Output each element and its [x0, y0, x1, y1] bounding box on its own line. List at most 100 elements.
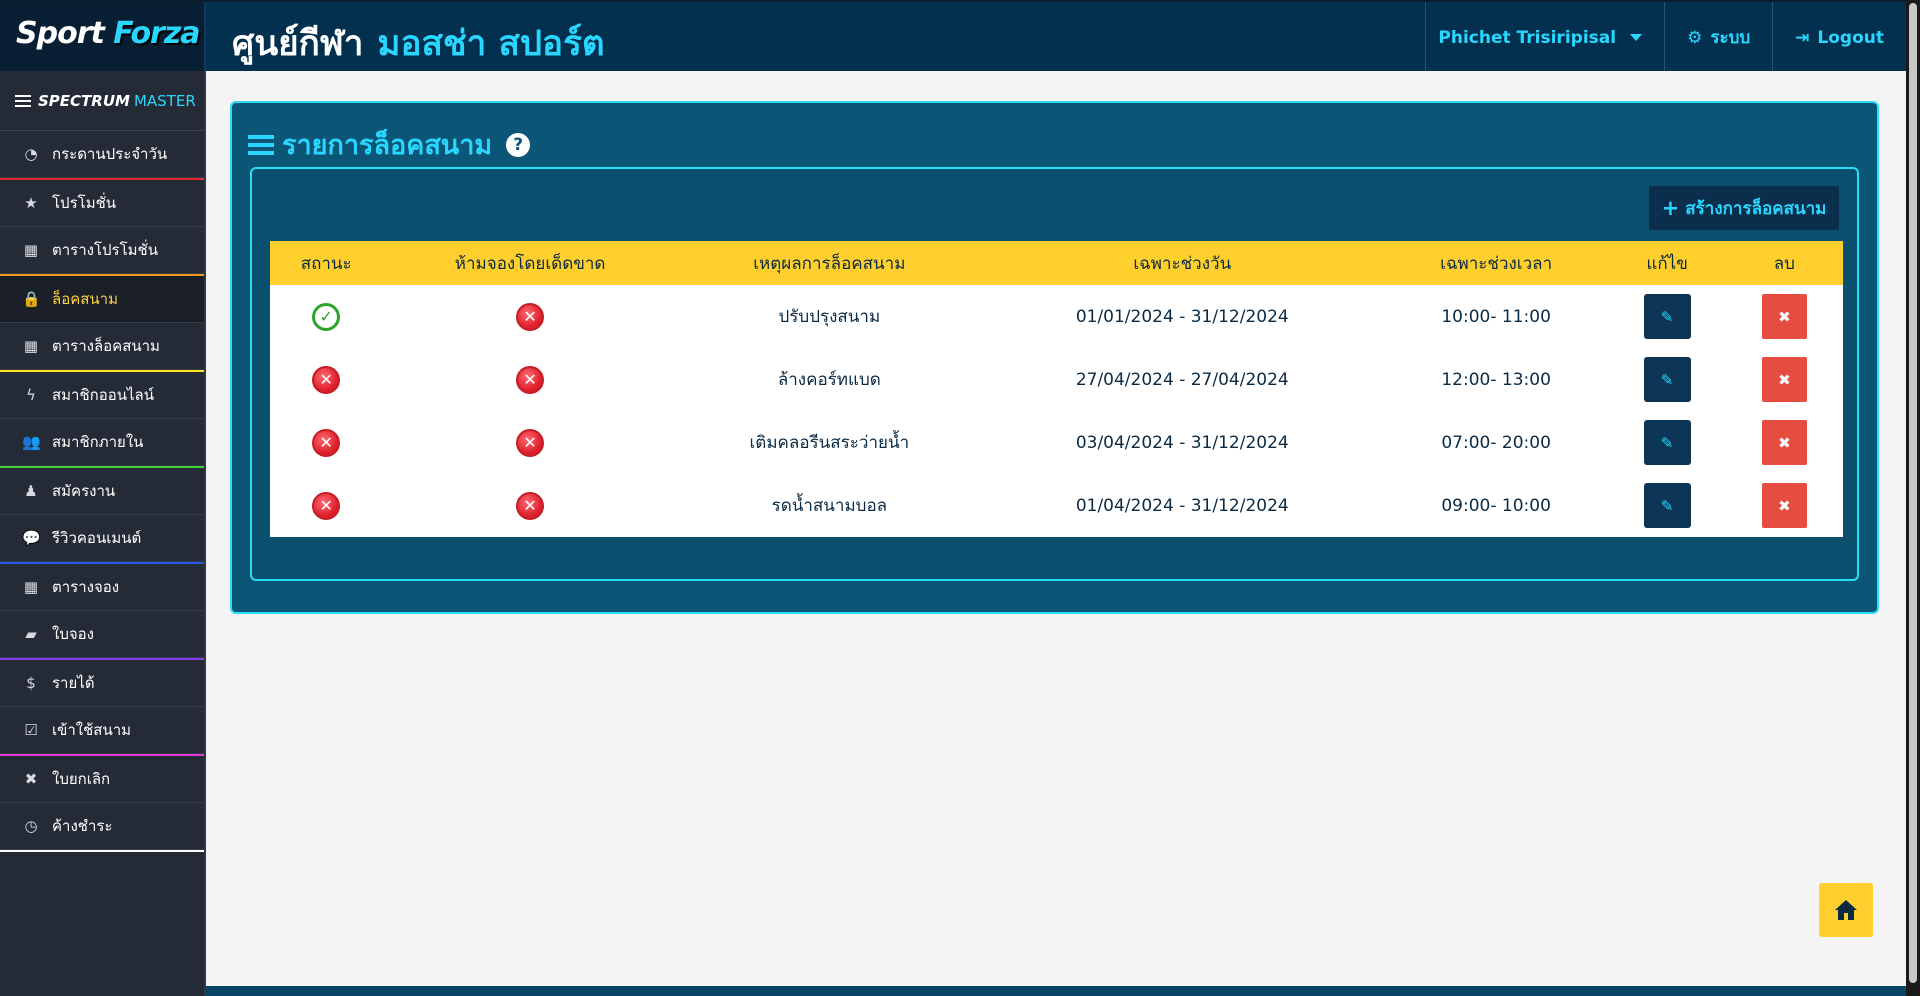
sidebar-item-label: ตารางโปรโมชั่น	[52, 241, 158, 259]
main-content: รายการล็อคสนาม ? + สร้างการล็อคสนาม สถาน…	[206, 71, 1906, 996]
delete-cell: ✖	[1726, 474, 1843, 537]
gear-icon: ⚙	[1687, 27, 1703, 48]
sidebar-menu: ◔ กระดานประจำวัน ★ โปรโมชั่น ▦ ตารางโปรโมชั่น…	[0, 131, 204, 852]
edit-button[interactable]: ✎	[1643, 294, 1691, 339]
pencil-icon: ✎	[1660, 496, 1674, 515]
dates-cell: 03/04/2024 - 31/12/2024	[1075, 432, 1289, 453]
sidebar-item[interactable]: ▦ ตารางล็อคสนาม	[0, 323, 204, 370]
sidebar-item-label: รายได้	[52, 674, 95, 692]
brand-logo[interactable]: Sport Forza	[0, 2, 206, 73]
x-circle-icon: ✕	[516, 428, 545, 457]
sidebar-item-label: รีวิวคอนเมนต์	[52, 529, 142, 547]
times-cell: 10:00- 11:00	[1441, 306, 1551, 327]
sidebar-header[interactable]: SPECTRUM MASTER	[0, 71, 204, 131]
column-header: ห้ามจองโดยเด็ดขาด	[382, 241, 678, 285]
home-button[interactable]	[1819, 883, 1873, 937]
column-header: สถานะ	[270, 241, 383, 285]
delete-cell: ✖	[1726, 285, 1843, 348]
delete-button[interactable]: ✖	[1761, 483, 1807, 528]
delete-button[interactable]: ✖	[1761, 420, 1807, 465]
table-icon: ▦	[23, 337, 39, 355]
sidebar-item-label: ค้างชำระ	[52, 817, 113, 835]
sidebar-item[interactable]: ◷ ค้างชำระ	[0, 803, 204, 850]
sidebar-item[interactable]: ☑ เข้าใช้สนาม	[0, 707, 204, 754]
dates-cell: 01/04/2024 - 31/12/2024	[1075, 495, 1289, 516]
sidebar-item[interactable]: 💬 รีวิวคอนเมนต์	[0, 515, 204, 562]
sidebar-item[interactable]: ◔ กระดานประจำวัน	[0, 131, 204, 178]
close-icon: ✖	[1778, 370, 1791, 389]
book-icon: ▰	[25, 625, 37, 643]
vertical-scrollbar[interactable]	[1906, 0, 1920, 996]
x-circle-icon: ✕	[312, 365, 341, 394]
plus-icon: +	[1661, 196, 1680, 220]
table-row: ✕ ✕ รดน้ำสนามบอล 01/04/2024 - 31/12/2024 09:…	[270, 474, 1843, 537]
sidebar-item-label: เข้าใช้สนาม	[52, 721, 132, 739]
sidebar-item[interactable]: ϟ สมาชิกออนไลน์	[0, 372, 204, 419]
dates-cell: 27/04/2024 - 27/04/2024	[1075, 369, 1289, 390]
sidebar-item[interactable]: 👥 สมาชิกภายใน	[0, 419, 204, 466]
sidebar-item-label: ใบจอง	[52, 625, 94, 643]
sidebar-item[interactable]: ✖ ใบยกเลิก	[0, 756, 204, 803]
x-circle-icon: ✕	[516, 302, 545, 331]
status-cell: ✕	[270, 348, 382, 411]
help-icon[interactable]: ?	[506, 132, 531, 157]
table-row: ✓ ✕ ปรับปรุงสนาม 01/01/2024 - 31/12/2024 10:…	[270, 285, 1843, 348]
delete-cell: ✖	[1726, 348, 1843, 411]
user-menu[interactable]: Phichet Trisiripisal	[1425, 2, 1664, 73]
dollar-icon: $	[26, 674, 36, 692]
sidebar-item[interactable]: ▰ ใบจอง	[0, 611, 204, 658]
sidebar-item[interactable]: $ รายได้	[0, 660, 204, 707]
reason-cell: รดน้ำสนามบอล	[771, 496, 888, 516]
logout-button[interactable]: ⇥ Logout	[1772, 2, 1906, 73]
footer-strip	[206, 986, 1906, 996]
create-lock-button[interactable]: + สร้างการล็อคสนาม	[1649, 186, 1839, 230]
sidebar-item[interactable]: ▦ ตารางจอง	[0, 564, 204, 611]
sidebar-item-label: สมาชิกออนไลน์	[52, 386, 154, 404]
edit-button[interactable]: ✎	[1643, 483, 1691, 528]
column-header: เหตุผลการล็อคสนาม	[677, 241, 981, 285]
sidebar-item[interactable]: ♟ สมัครงาน	[0, 468, 204, 515]
reason-cell: ปรับปรุงสนาม	[778, 307, 881, 327]
x-circle-icon: ✕	[312, 428, 341, 457]
page-title: ศูนย์กีฬา มอสช่า สปอร์ต	[232, 16, 605, 71]
sidebar-item[interactable]: 🔒 ล็อคสนาม	[0, 276, 204, 323]
x-circle-icon: ✕	[516, 365, 545, 394]
sign-out-icon: ⇥	[1795, 27, 1810, 48]
column-header: เฉพาะช่วงเวลา	[1383, 241, 1609, 285]
strict-cell: ✕	[382, 411, 678, 474]
delete-button[interactable]: ✖	[1761, 357, 1807, 402]
strict-cell: ✕	[382, 474, 678, 537]
delete-cell: ✖	[1726, 411, 1843, 474]
user-tie-icon: ♟	[24, 482, 38, 500]
pencil-icon: ✎	[1660, 307, 1674, 326]
table-icon: ▦	[23, 241, 39, 259]
sidebar-item-label: สมัครงาน	[52, 482, 116, 500]
close-icon: ✖	[1778, 433, 1791, 452]
venue-name: มอสช่า สปอร์ต	[377, 24, 605, 64]
status-cell: ✓	[270, 285, 382, 348]
clock-icon: ◷	[24, 817, 38, 835]
sidebar-item-label: ตารางล็อคสนาม	[52, 337, 160, 355]
close-icon: ✖	[1778, 496, 1791, 515]
sidebar-item[interactable]: ★ โปรโมชั่น	[0, 180, 204, 227]
times-cell: 09:00- 10:00	[1441, 495, 1551, 516]
dashboard-icon: ◔	[24, 145, 38, 163]
table-body: ✓ ✕ ปรับปรุงสนาม 01/01/2024 - 31/12/2024 10:…	[270, 285, 1843, 537]
x-circle-icon: ✕	[312, 491, 341, 520]
chevron-down-icon	[1630, 34, 1643, 41]
edit-button[interactable]: ✎	[1643, 357, 1691, 402]
delete-button[interactable]: ✖	[1761, 294, 1807, 339]
brand-part1: Sport	[16, 16, 105, 51]
top-right-menu: Phichet Trisiripisal ⚙ ระบบ ⇥ Logout	[1425, 2, 1906, 73]
edit-cell: ✎	[1608, 474, 1725, 537]
x-circle-icon: ✕	[516, 491, 545, 520]
system-menu[interactable]: ⚙ ระบบ	[1664, 2, 1772, 73]
user-name: Phichet Trisiripisal	[1438, 27, 1617, 48]
star-icon: ★	[24, 194, 38, 212]
reason-cell: ล้างคอร์ทแบด	[777, 370, 881, 390]
edit-button[interactable]: ✎	[1643, 420, 1691, 465]
times-cell: 12:00- 13:00	[1441, 369, 1551, 390]
sidebar-separator	[0, 850, 204, 852]
sidebar-item[interactable]: ▦ ตารางโปรโมชั่น	[0, 227, 204, 274]
status-cell: ✕	[270, 411, 382, 474]
